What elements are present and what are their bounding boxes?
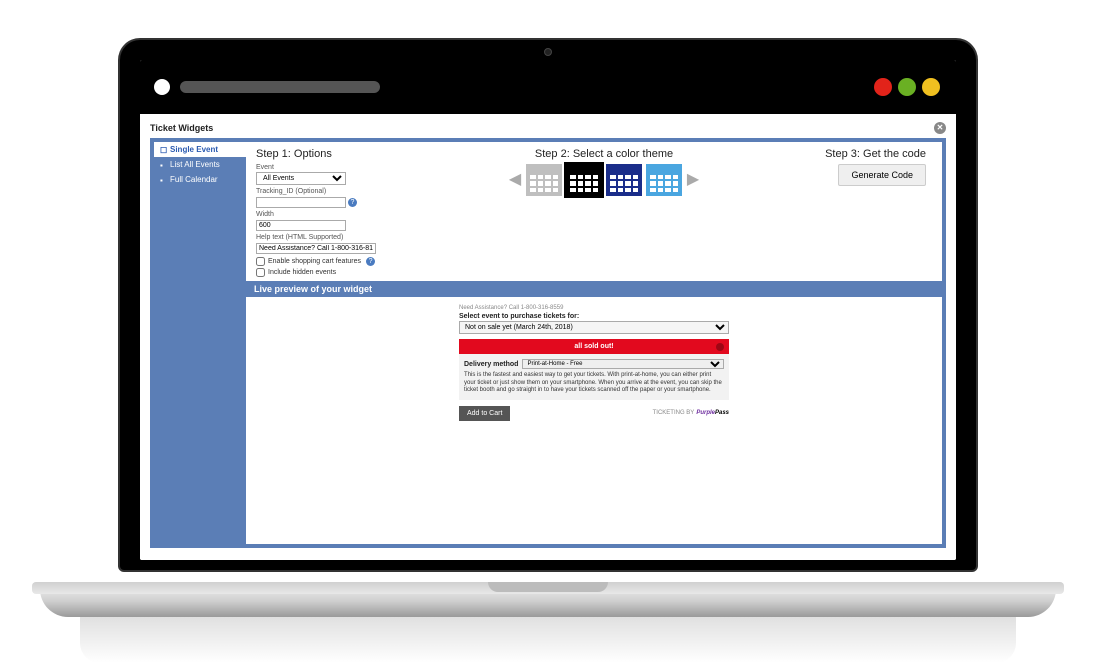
logo-purple: Purple: [696, 410, 715, 416]
widget-event-label: Select event to purchase tickets for:: [459, 313, 729, 320]
widget-preview: Need Assistance? Call 1-800-316-8559 Sel…: [459, 305, 729, 544]
theme-prev-arrow[interactable]: ◀: [508, 170, 522, 190]
sidebar-item-single-event[interactable]: ☐ Single Event: [154, 142, 246, 157]
sidebar-item-label: Full Calendar: [170, 175, 218, 184]
step-2-title: Step 2: Select a color theme: [428, 148, 780, 160]
event-select[interactable]: All Events: [256, 172, 346, 185]
step-2-theme: Step 2: Select a color theme ◀ ▶: [428, 148, 780, 277]
event-label: Event: [256, 164, 416, 171]
soldout-banner: all sold out!: [459, 339, 729, 354]
enable-cart-label: Enable shopping cart features: [268, 258, 361, 265]
logo-pass: Pass: [715, 410, 729, 416]
tracking-input[interactable]: [256, 197, 346, 208]
ticketing-credit: TICKETING BY PurplePass: [653, 410, 729, 416]
sidebar-item-full-calendar[interactable]: ▪ Full Calendar: [154, 172, 246, 187]
info-icon[interactable]: ?: [348, 198, 357, 207]
widget-event-select[interactable]: Not on sale yet (March 24th, 2018): [459, 321, 729, 334]
page-title: Ticket Widgets: [150, 123, 213, 133]
browser-home-dot: [154, 79, 170, 95]
info-icon[interactable]: ?: [366, 257, 375, 266]
widget-help-text: Need Assistance? Call 1-800-316-8559: [459, 305, 729, 311]
preview-heading: Live preview of your widget: [246, 281, 942, 297]
sidebar-item-label: List All Events: [170, 160, 220, 169]
sidebar-item-list-all[interactable]: ▪ List All Events: [154, 157, 246, 172]
help-text-input[interactable]: [256, 243, 376, 254]
theme-swatch[interactable]: [646, 164, 682, 196]
theme-swatch[interactable]: [566, 164, 602, 196]
step-3-code: Step 3: Get the code Generate Code: [792, 148, 932, 277]
theme-swatch[interactable]: [606, 164, 642, 196]
browser-chrome: [140, 60, 956, 114]
app-area: Ticket Widgets ✕ ☐ Single Event ▪ List A…: [140, 114, 956, 560]
step-3-title: Step 3: Get the code: [792, 148, 926, 160]
help-label: Help text (HTML Supported): [256, 234, 416, 241]
theme-swatch[interactable]: [526, 164, 562, 196]
add-to-cart-button[interactable]: Add to Cart: [459, 406, 510, 421]
enable-cart-checkbox[interactable]: [256, 257, 265, 266]
delivery-description: This is the fastest and easiest way to g…: [464, 372, 724, 395]
content: Step 1: Options Event All Events Trackin…: [246, 142, 942, 544]
delivery-select[interactable]: Print-at-Home - Free: [522, 359, 724, 369]
close-icon[interactable]: ✕: [934, 122, 946, 134]
include-hidden-checkbox[interactable]: [256, 268, 265, 277]
window-controls: [874, 78, 940, 96]
step-1-options: Step 1: Options Event All Events Trackin…: [256, 148, 416, 277]
window-max-dot[interactable]: [922, 78, 940, 96]
url-bar[interactable]: [180, 81, 380, 93]
list-icon: ☐: [160, 146, 167, 153]
tracking-label: Tracking_ID (Optional): [256, 188, 416, 195]
width-input[interactable]: [256, 220, 346, 231]
main-panel: ☐ Single Event ▪ List All Events ▪ Full …: [150, 138, 946, 548]
laptop-notch: [488, 582, 608, 592]
screen: Ticket Widgets ✕ ☐ Single Event ▪ List A…: [140, 60, 956, 560]
width-label: Width: [256, 211, 416, 218]
preview-body: Need Assistance? Call 1-800-316-8559 Sel…: [246, 297, 942, 544]
generate-code-button[interactable]: Generate Code: [838, 164, 926, 186]
step-1-title: Step 1: Options: [256, 148, 416, 160]
laptop-base: [40, 587, 1056, 617]
sidebar: ☐ Single Event ▪ List All Events ▪ Full …: [154, 142, 246, 544]
reflection: [80, 617, 1016, 663]
bullet-icon: ▪: [160, 161, 167, 168]
sidebar-item-label: Single Event: [170, 145, 218, 154]
laptop-camera: [544, 48, 552, 56]
theme-next-arrow[interactable]: ▶: [686, 170, 700, 190]
include-hidden-label: Include hidden events: [268, 269, 336, 276]
window-min-dot[interactable]: [898, 78, 916, 96]
window-close-dot[interactable]: [874, 78, 892, 96]
delivery-label: Delivery method: [464, 361, 518, 368]
bullet-icon: ▪: [160, 176, 167, 183]
